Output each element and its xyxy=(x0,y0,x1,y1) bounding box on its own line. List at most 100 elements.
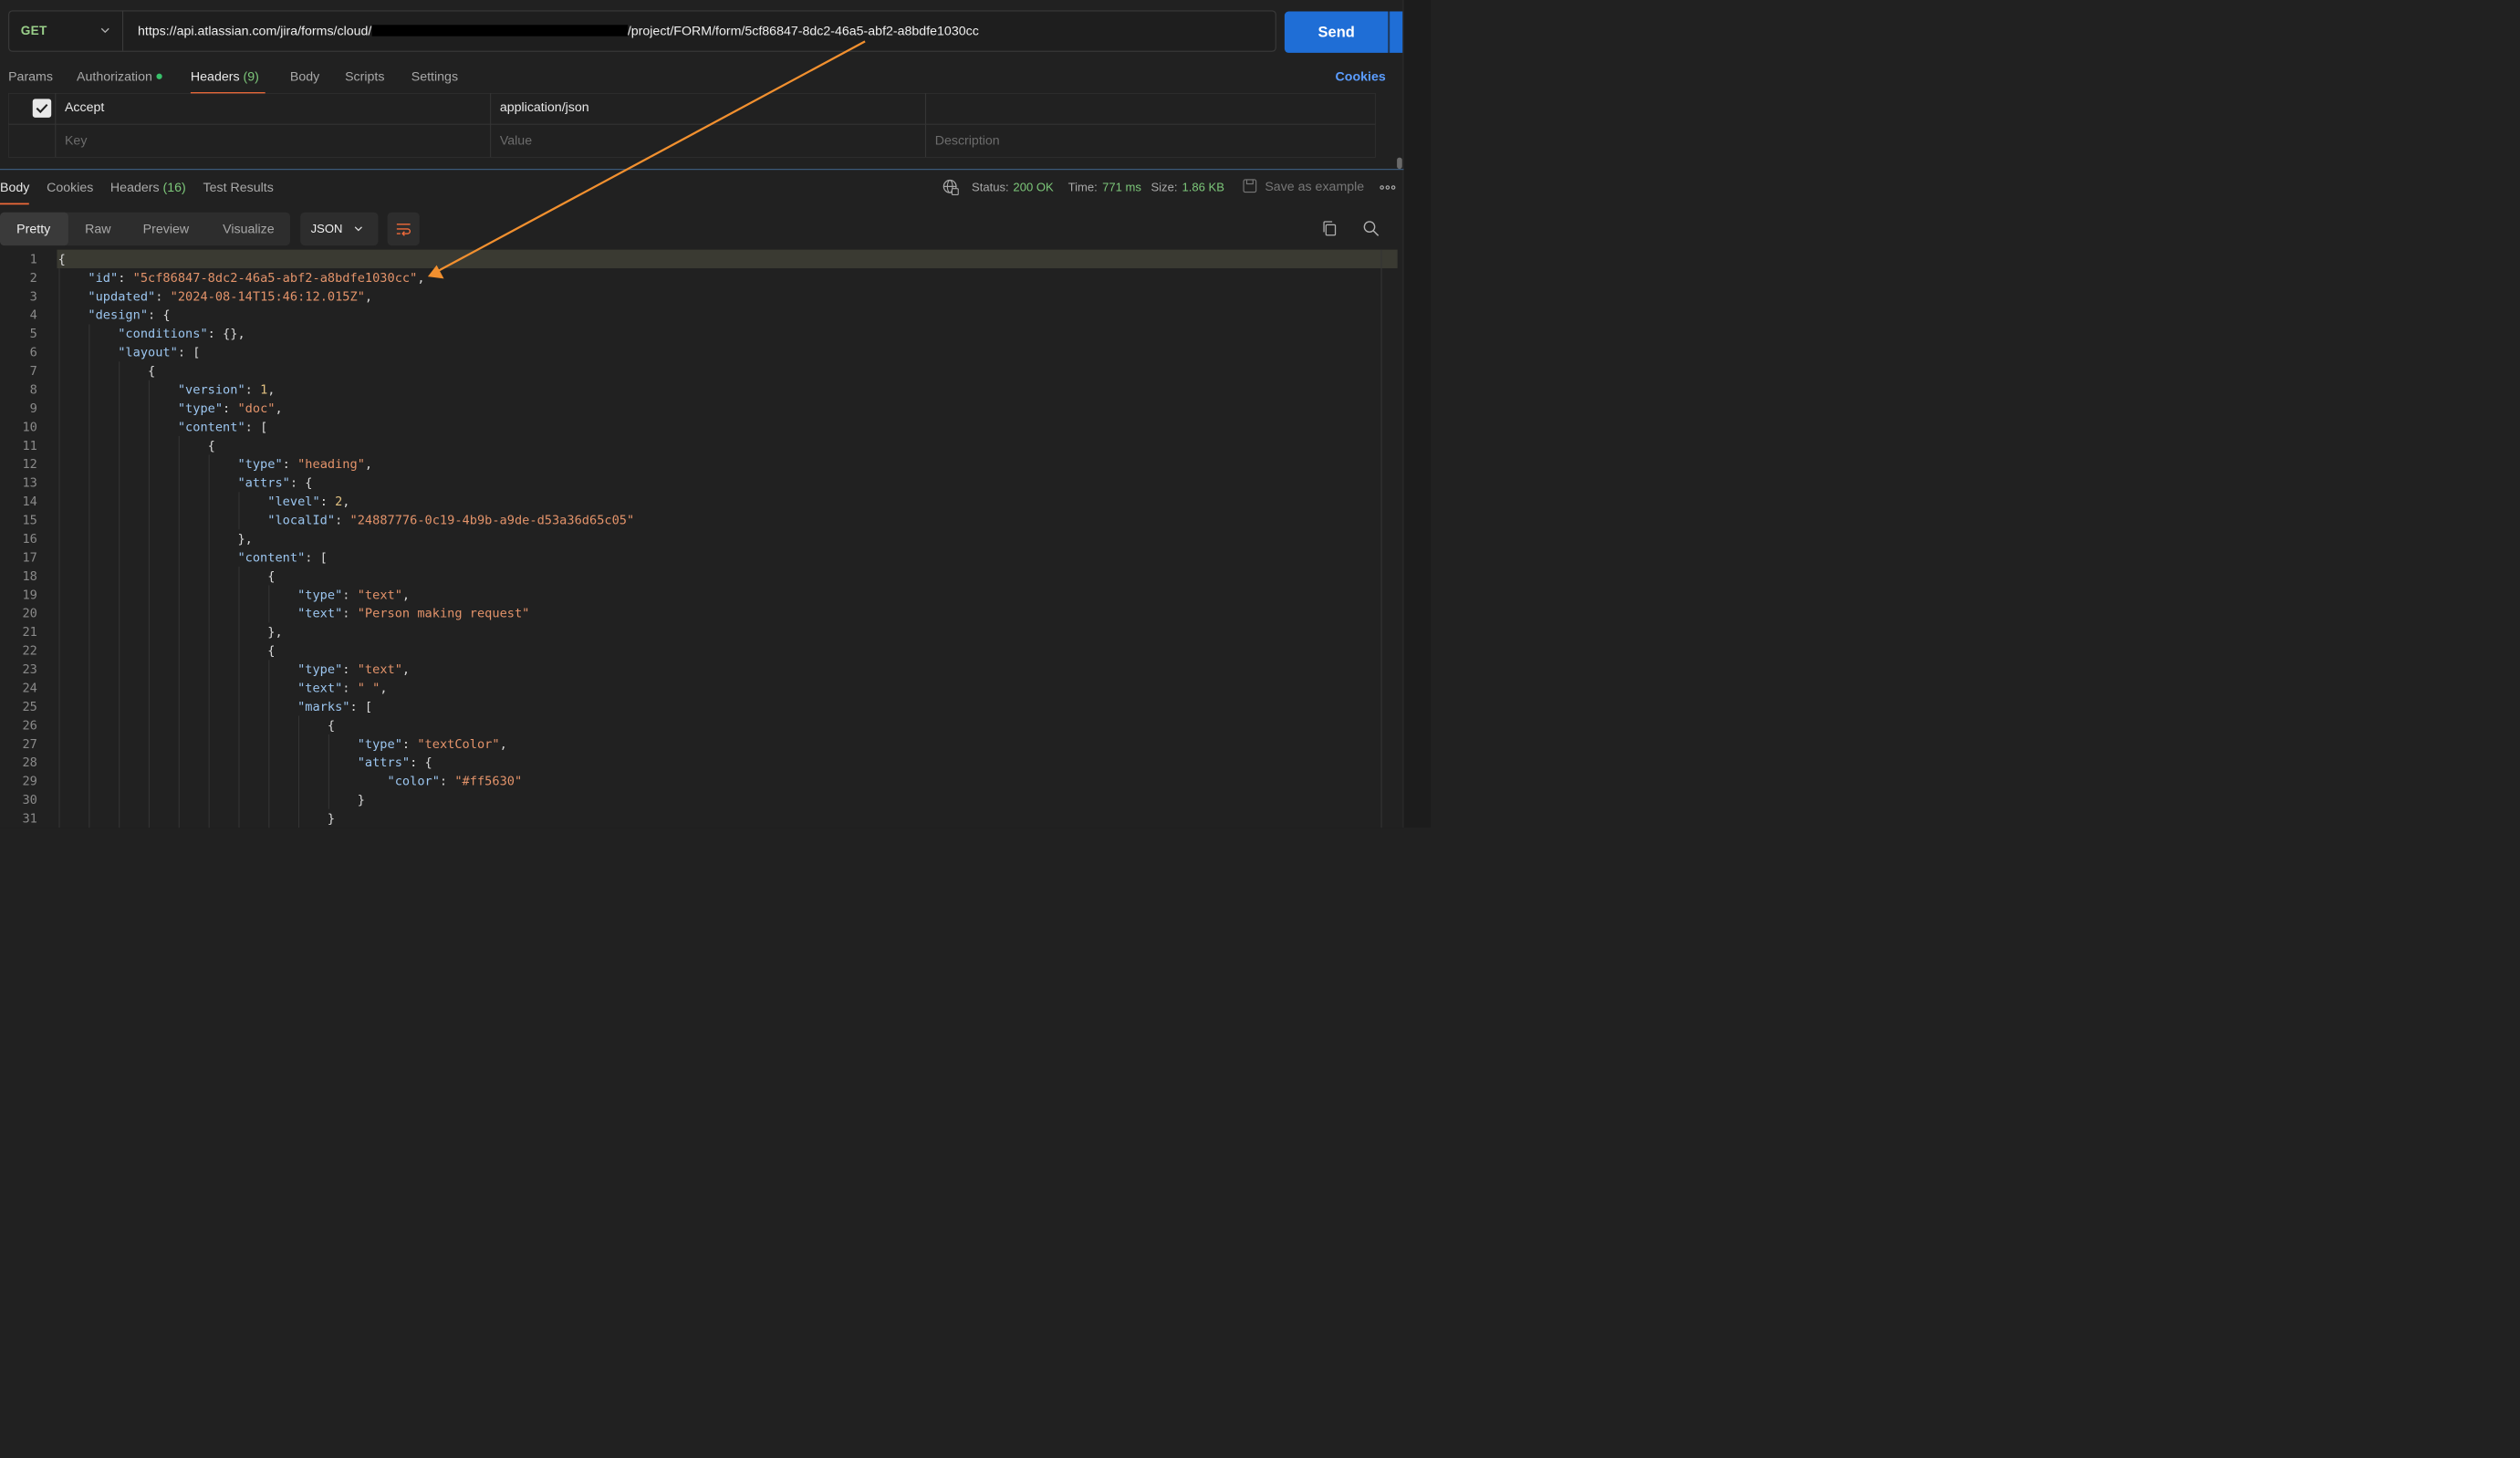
new-key-cell[interactable]: Key xyxy=(55,124,492,158)
indent-guide xyxy=(298,715,299,828)
code-text: "marks": [ xyxy=(297,699,373,714)
line-number: 14 xyxy=(22,494,37,509)
send-button[interactable]: Send xyxy=(1284,11,1389,53)
line-number: 25 xyxy=(22,699,37,714)
code-text: "design": { xyxy=(88,307,171,323)
size-label: Size: xyxy=(1151,180,1178,194)
window-scrollbar[interactable] xyxy=(1402,0,1432,828)
response-tab-cookies[interactable]: Cookies xyxy=(47,181,93,195)
headers-scrollbar[interactable] xyxy=(1397,157,1402,170)
view-raw-button[interactable]: Raw xyxy=(85,222,110,236)
globe-network-icon[interactable] xyxy=(942,178,960,196)
code-line: 19 "type": "text", xyxy=(0,586,1399,604)
tab-body[interactable]: Body xyxy=(290,69,319,84)
code-line: 8 "version": 1, xyxy=(0,380,1399,399)
tab-authorization[interactable]: Authorization xyxy=(77,69,162,84)
response-headers-count: (16) xyxy=(162,180,186,195)
code-line: 27 "type": "textColor", xyxy=(0,734,1399,753)
view-preview-button[interactable]: Preview xyxy=(143,222,189,236)
headers-table: Accept application/json Key Value Descri… xyxy=(8,93,1376,158)
line-number: 2 xyxy=(29,270,37,286)
pane-divider[interactable] xyxy=(0,169,1404,171)
line-number: 26 xyxy=(22,717,37,733)
save-as-example-button[interactable]: Save as example xyxy=(1265,179,1364,193)
line-number: 6 xyxy=(29,345,37,359)
redacted-segment xyxy=(371,25,628,36)
format-label: JSON xyxy=(310,221,343,235)
url-bar[interactable]: GET https://api.atlassian.com/jira/forms… xyxy=(8,10,1276,52)
response-tab-test-results[interactable]: Test Results xyxy=(203,181,274,195)
header-description-cell[interactable] xyxy=(924,93,1376,125)
code-line: 5 "conditions": {}, xyxy=(0,324,1399,342)
response-tab-headers[interactable]: Headers (16) xyxy=(110,181,186,195)
header-key-cell[interactable]: Accept xyxy=(55,93,492,125)
code-line: 18 { xyxy=(0,567,1399,585)
code-line: 9 "type": "doc", xyxy=(0,399,1399,417)
code-line: 29 "color": "#ff5630" xyxy=(0,772,1399,790)
line-number: 5 xyxy=(29,326,37,341)
line-number: 28 xyxy=(22,755,37,770)
indent-guide xyxy=(149,380,150,828)
code-line: 23 "type": "text", xyxy=(0,660,1399,678)
code-text: "type": "heading", xyxy=(237,456,373,472)
code-text: } xyxy=(57,792,365,807)
cookies-link[interactable]: Cookies xyxy=(1336,69,1386,84)
indent-guide xyxy=(268,660,269,828)
view-pretty-button[interactable]: Pretty xyxy=(16,222,50,236)
tab-scripts[interactable]: Scripts xyxy=(345,69,384,84)
code-text: "layout": [ xyxy=(118,345,201,359)
line-number: 15 xyxy=(22,513,37,527)
url-input[interactable]: https://api.atlassian.com/jira/forms/clo… xyxy=(138,11,979,50)
code-text: { xyxy=(57,438,215,453)
header-empty-checkbox-cell xyxy=(8,124,57,158)
search-icon[interactable] xyxy=(1362,220,1380,237)
line-number: 4 xyxy=(29,307,37,323)
code-text: "attrs": { xyxy=(237,475,313,491)
size-value: 1.86 KB xyxy=(1182,180,1224,194)
code-text: "id": "5cf86847-8dc2-46a5-abf2-a8bdfe103… xyxy=(88,270,425,286)
code-text: "text": " ", xyxy=(297,680,388,695)
new-description-cell[interactable]: Description xyxy=(924,124,1376,158)
header-value: application/json xyxy=(499,99,589,115)
tab-params[interactable]: Params xyxy=(8,69,53,84)
view-visualize-button[interactable]: Visualize xyxy=(223,222,275,236)
method-select[interactable]: GET xyxy=(9,11,124,51)
code-line: 26 { xyxy=(0,716,1399,734)
line-number: 1 xyxy=(29,251,37,266)
tab-headers[interactable]: Headers (9) xyxy=(191,69,259,84)
code-line: 4 "design": { xyxy=(0,306,1399,324)
line-number: 10 xyxy=(22,419,37,434)
code-text: "localId": "24887776-0c19-4b9b-a9de-d53a… xyxy=(267,513,635,527)
code-text: "attrs": { xyxy=(357,755,432,770)
wrap-lines-button[interactable] xyxy=(387,212,420,246)
line-number: 8 xyxy=(29,381,37,397)
code-line: 22 { xyxy=(0,641,1399,660)
code-line: 16 }, xyxy=(0,529,1399,547)
header-value-cell[interactable]: application/json xyxy=(490,93,927,125)
code-line: 11 { xyxy=(0,436,1399,454)
header-key: Accept xyxy=(64,99,105,115)
code-line: 1{ xyxy=(0,250,1399,268)
indent-guide xyxy=(58,268,60,828)
code-text: "updated": "2024-08-14T15:46:12.015Z", xyxy=(88,288,373,304)
header-enabled-checkbox[interactable] xyxy=(32,99,52,118)
indent-guide xyxy=(328,734,329,809)
response-tab-body[interactable]: Body xyxy=(0,181,29,195)
code-text: { xyxy=(57,363,156,379)
response-active-tab-indicator xyxy=(0,203,29,205)
new-value-cell[interactable]: Value xyxy=(490,124,927,158)
line-number: 7 xyxy=(29,363,37,379)
chevron-down-icon xyxy=(100,27,109,34)
code-text: "color": "#ff5630" xyxy=(387,774,523,789)
copy-icon[interactable] xyxy=(1321,220,1338,237)
line-number: 17 xyxy=(22,549,37,565)
code-text: "level": 2, xyxy=(267,494,350,509)
line-number: 29 xyxy=(22,774,37,789)
more-options-icon[interactable] xyxy=(1379,182,1396,194)
code-line: 30 } xyxy=(0,790,1399,808)
code-line: 2 "id": "5cf86847-8dc2-46a5-abf2-a8bdfe1… xyxy=(0,268,1399,286)
tab-settings[interactable]: Settings xyxy=(411,69,458,84)
wrap-lines-icon xyxy=(396,224,411,236)
chevron-down-icon xyxy=(354,226,362,232)
line-number: 20 xyxy=(22,606,37,621)
